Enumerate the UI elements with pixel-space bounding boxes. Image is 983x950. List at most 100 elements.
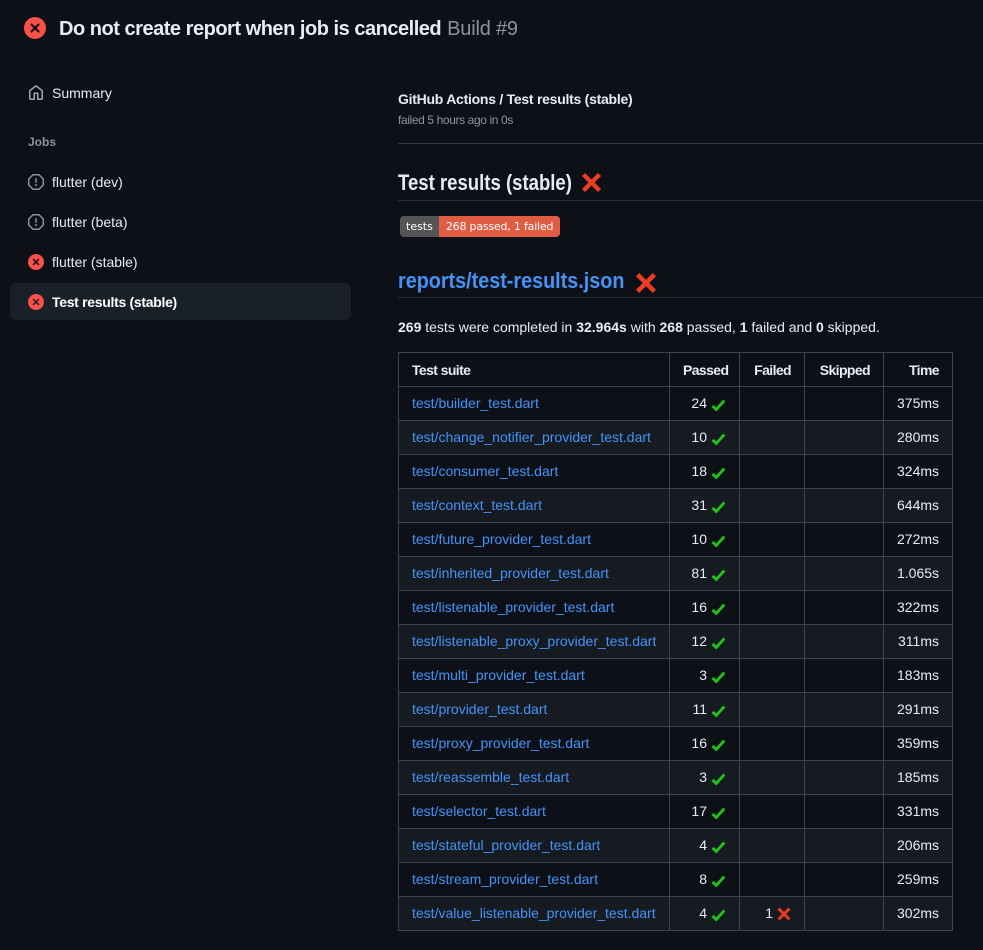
check-mark-icon bbox=[711, 840, 726, 854]
breadcrumb: GitHub Actions / Test results (stable) bbox=[398, 89, 983, 110]
cell-time: 302ms bbox=[884, 897, 953, 931]
table-row: test/value_listenable_provider_test.dart… bbox=[399, 897, 953, 931]
report-title-link[interactable]: reports/test-results.json bbox=[398, 268, 601, 294]
summary-segment: skipped. bbox=[824, 319, 880, 335]
table-row: test/reassemble_test.dart3185ms bbox=[399, 761, 953, 795]
cell-passed: 16 bbox=[670, 727, 740, 761]
passed-count: 18 bbox=[691, 463, 707, 479]
cell-test-suite: test/change_notifier_provider_test.dart bbox=[399, 421, 670, 455]
sidebar-job-item[interactable]: flutter (dev) bbox=[10, 163, 351, 200]
cell-test-suite: test/stateful_provider_test.dart bbox=[399, 829, 670, 863]
check-mark-icon bbox=[711, 874, 726, 888]
test-suite-link[interactable]: test/stateful_provider_test.dart bbox=[412, 837, 600, 853]
check-mark-icon bbox=[711, 908, 726, 922]
table-row: test/stateful_provider_test.dart4206ms bbox=[399, 829, 953, 863]
cell-failed bbox=[740, 761, 805, 795]
cell-skipped bbox=[805, 455, 884, 489]
test-suite-link[interactable]: test/stream_provider_test.dart bbox=[412, 871, 598, 887]
cell-test-suite: test/builder_test.dart bbox=[399, 387, 670, 421]
cell-test-suite: test/context_test.dart bbox=[399, 489, 670, 523]
summary-segment: 268 bbox=[660, 319, 683, 335]
test-suite-link[interactable]: test/context_test.dart bbox=[412, 497, 542, 513]
cell-time: 272ms bbox=[884, 523, 953, 557]
cell-skipped bbox=[805, 659, 884, 693]
summary-sentence: 269 tests were completed in 32.964s with… bbox=[398, 317, 983, 338]
test-suite-link[interactable]: test/proxy_provider_test.dart bbox=[412, 735, 589, 751]
cell-skipped bbox=[805, 863, 884, 897]
check-run-panel: GitHub Actions / Test results (stable) f… bbox=[398, 56, 983, 931]
passed-count: 17 bbox=[691, 803, 707, 819]
check-mark-icon bbox=[711, 806, 726, 820]
cell-passed: 4 bbox=[670, 829, 740, 863]
check-mark-icon bbox=[711, 636, 726, 650]
cell-skipped bbox=[805, 761, 884, 795]
cell-time: 1.065s bbox=[884, 557, 953, 591]
test-suite-link[interactable]: test/value_listenable_provider_test.dart bbox=[412, 905, 656, 921]
cell-failed bbox=[740, 727, 805, 761]
table-row: test/future_provider_test.dart 10 272ms bbox=[399, 523, 953, 557]
test-results-table: Test suite Passed Failed Skipped Time te… bbox=[398, 352, 953, 931]
test-suite-link[interactable]: test/future_provider_test.dart bbox=[412, 531, 591, 547]
cell-failed bbox=[740, 625, 805, 659]
job-label: flutter (beta) bbox=[52, 214, 127, 230]
cell-skipped bbox=[805, 829, 884, 863]
summary-segment: 0 bbox=[816, 319, 824, 335]
test-suite-link[interactable]: test/inherited_provider_test.dart bbox=[412, 565, 609, 581]
passed-count: 10 bbox=[691, 531, 707, 547]
table-row: test/stream_provider_test.dart8259ms bbox=[399, 863, 953, 897]
summary-segment: tests were completed in bbox=[421, 319, 576, 335]
check-mark-icon bbox=[711, 398, 726, 412]
cell-skipped bbox=[805, 557, 884, 591]
check-title-text: Test results (stable) bbox=[398, 168, 545, 198]
check-mark-icon bbox=[711, 738, 726, 752]
sidebar-job-item[interactable]: Test results (stable) bbox=[10, 283, 351, 320]
passed-count: 12 bbox=[691, 633, 707, 649]
table-header-row: Test suite Passed Failed Skipped Time bbox=[399, 353, 953, 387]
cell-passed: 10 bbox=[670, 421, 740, 455]
run-build-number: Build #9 bbox=[447, 15, 518, 43]
test-suite-link[interactable]: test/provider_test.dart bbox=[412, 701, 547, 717]
cell-passed: 3 bbox=[670, 761, 740, 795]
cell-test-suite: test/inherited_provider_test.dart bbox=[399, 557, 670, 591]
col-header-test-suite: Test suite bbox=[399, 353, 670, 387]
cell-failed bbox=[740, 693, 805, 727]
jobs-section-label: Jobs bbox=[10, 134, 398, 150]
cell-test-suite: test/consumer_test.dart bbox=[399, 455, 670, 489]
sidebar-job-item[interactable]: flutter (beta) bbox=[10, 203, 351, 240]
cell-skipped bbox=[805, 625, 884, 659]
test-suite-link[interactable]: test/consumer_test.dart bbox=[412, 463, 558, 479]
cell-failed bbox=[740, 489, 805, 523]
summary-segment: 1 bbox=[740, 319, 748, 335]
sidebar-item-summary[interactable]: Summary bbox=[10, 74, 351, 111]
table-row: test/context_test.dart31644ms bbox=[399, 489, 953, 523]
test-suite-link[interactable]: test/change_notifier_provider_test.dart bbox=[412, 429, 651, 445]
test-suite-link[interactable]: test/reassemble_test.dart bbox=[412, 769, 569, 785]
cross-mark-icon bbox=[581, 172, 602, 193]
job-cancelled-icon bbox=[28, 214, 44, 230]
passed-count: 4 bbox=[699, 905, 707, 921]
job-cancelled-icon bbox=[28, 174, 44, 190]
cell-time: 280ms bbox=[884, 421, 953, 455]
cell-passed: 3 bbox=[670, 659, 740, 693]
table-row: test/proxy_provider_test.dart16359ms bbox=[399, 727, 953, 761]
table-row: test/listenable_provider_test.dart16322m… bbox=[399, 591, 953, 625]
test-suite-link[interactable]: test/multi_provider_test.dart bbox=[412, 667, 585, 683]
cell-test-suite: test/listenable_proxy_provider_test.dart bbox=[399, 625, 670, 659]
test-suite-link[interactable]: test/listenable_proxy_provider_test.dart bbox=[412, 633, 656, 649]
cell-passed: 10 bbox=[670, 523, 740, 557]
test-suite-link[interactable]: test/builder_test.dart bbox=[412, 395, 539, 411]
cell-time: 331ms bbox=[884, 795, 953, 829]
cell-failed bbox=[740, 455, 805, 489]
cell-test-suite: test/proxy_provider_test.dart bbox=[399, 727, 670, 761]
cell-time: 311ms bbox=[884, 625, 953, 659]
check-title: Test results (stable) bbox=[398, 168, 983, 201]
job-label: Test results (stable) bbox=[52, 294, 177, 310]
check-mark-icon bbox=[711, 466, 726, 480]
cell-skipped bbox=[805, 795, 884, 829]
test-suite-link[interactable]: test/selector_test.dart bbox=[412, 803, 546, 819]
test-suite-link[interactable]: test/listenable_provider_test.dart bbox=[412, 599, 614, 615]
divider bbox=[398, 143, 983, 144]
cell-passed: 18 bbox=[670, 455, 740, 489]
sidebar-job-item[interactable]: flutter (stable) bbox=[10, 243, 351, 280]
cell-passed: 16 bbox=[670, 591, 740, 625]
